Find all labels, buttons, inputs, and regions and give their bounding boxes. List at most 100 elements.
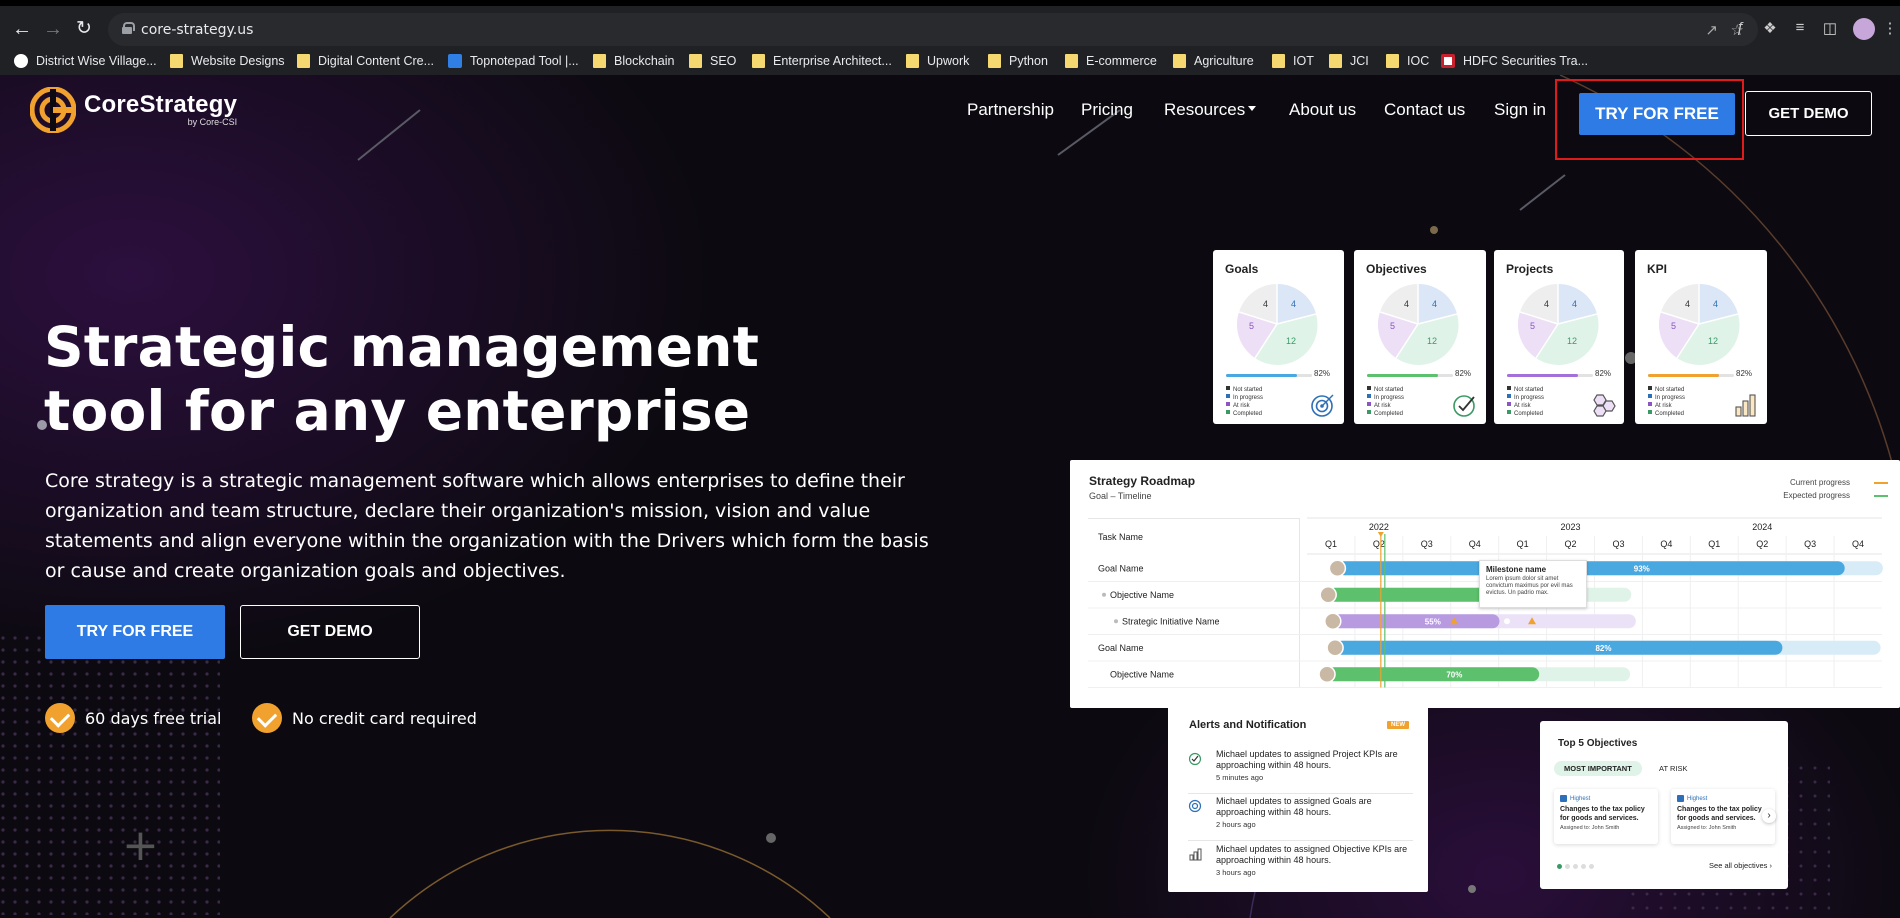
goals-card[interactable]: Goals 4 4 5 12 82% Not started In progress At… (1213, 250, 1344, 424)
svg-text:4: 4 (1685, 299, 1690, 309)
card-title: Objectives (1366, 262, 1427, 276)
svg-text:12: 12 (1427, 336, 1437, 346)
bookmark-item[interactable]: IOT (1272, 52, 1314, 70)
forward-arrow-icon[interactable]: → (41, 17, 65, 41)
share-icon[interactable]: ↗ (1705, 21, 1718, 39)
alert-item[interactable]: Michael updates to assigned Project KPIs… (1188, 749, 1413, 782)
avatar (1324, 612, 1342, 630)
svg-text:4: 4 (1713, 299, 1718, 309)
bookmark-item[interactable]: Upwork (906, 52, 969, 70)
get-demo-button[interactable]: GET DEMO (240, 605, 420, 659)
carousel-dot-active[interactable] (1557, 864, 1562, 869)
function-extension-icon[interactable]: ƒ (1729, 19, 1751, 41)
bookmark-item[interactable]: Topnotepad Tool |... (448, 52, 579, 70)
svg-text:4: 4 (1291, 299, 1296, 309)
folder-icon (906, 54, 919, 68)
card-title: Goals (1225, 262, 1259, 276)
nav-signin[interactable]: Sign in (1494, 100, 1546, 120)
puzzle-extensions-icon[interactable]: ❖ (1759, 19, 1781, 41)
bookmark-item[interactable]: Agriculture (1173, 52, 1254, 70)
bookmark-item[interactable]: Digital Content Cre... (297, 52, 434, 70)
reload-icon[interactable]: ↻ (72, 17, 96, 41)
folder-icon (689, 54, 702, 68)
avatar (1319, 586, 1337, 604)
quarter-label: Q2 (1373, 539, 1385, 549)
bookmark-item[interactable]: E-commerce (1065, 52, 1157, 70)
chevron-right-icon[interactable]: › (1762, 809, 1776, 823)
bookmark-item[interactable]: JCI (1329, 52, 1369, 70)
tab-at-risk[interactable]: AT RISK (1659, 764, 1687, 773)
carousel-dot[interactable] (1565, 864, 1570, 869)
bookmark-item[interactable]: HDFC Securities Tra... (1441, 52, 1588, 70)
nav-pricing[interactable]: Pricing (1081, 100, 1133, 120)
get-demo-header-button[interactable]: GET DEMO (1745, 91, 1872, 136)
row-bullet (1102, 592, 1106, 597)
caret-down-icon (1248, 106, 1257, 111)
alert-time: 2 hours ago (1216, 820, 1256, 829)
priority-icon (1560, 795, 1567, 802)
checkmark-icon (45, 703, 75, 733)
nav-resources-label: Resources (1164, 100, 1246, 119)
folder-icon (170, 54, 183, 68)
tab-most-important[interactable]: MOST IMPORTANT (1554, 761, 1642, 776)
objective-card[interactable]: Highest Changes to the tax policy for go… (1671, 789, 1775, 844)
omnibox[interactable]: core-strategy.us ↗ ☆ (108, 13, 1758, 46)
objective-card[interactable]: Highest Changes to the tax policy for go… (1554, 789, 1658, 844)
status-pie-chart: 4 4 5 12 (1377, 283, 1459, 365)
target-icon (1188, 799, 1202, 813)
top5-title: Top 5 Objectives (1558, 738, 1638, 749)
progress-label: 93% (1634, 564, 1650, 573)
alert-time: 5 minutes ago (1216, 773, 1264, 782)
hero-title-line2: tool for any enterprise (44, 379, 751, 443)
bookmark-item[interactable]: Python (988, 52, 1048, 70)
year-label: 2022 (1369, 522, 1389, 532)
nav-contact[interactable]: Contact us (1384, 100, 1465, 120)
progress-label: 55% (1425, 617, 1441, 626)
bookmark-item[interactable]: Blockchain (593, 52, 674, 70)
check-circle-icon (1453, 395, 1475, 417)
see-all-label: See all objectives (1709, 861, 1768, 870)
alert-time: 3 hours ago (1216, 868, 1256, 877)
nav-partnership[interactable]: Partnership (967, 100, 1054, 120)
quarter-label: Q3 (1421, 539, 1433, 549)
quarter-label: Q4 (1660, 539, 1672, 549)
projects-card[interactable]: Projects 4 4 5 12 82% Not started In progres… (1494, 250, 1624, 424)
bookmark-item[interactable]: District Wise Village... (14, 52, 157, 70)
kpi-card[interactable]: KPI 4 4 5 12 82% Not started In progress At r… (1635, 250, 1767, 424)
objectives-card[interactable]: Objectives 4 4 5 12 82% Not started In progr… (1354, 250, 1486, 424)
status-pie-chart: 4 4 5 12 (1517, 283, 1599, 365)
address-bar-row: ← → ↻ core-strategy.us ↗ ☆ ƒ ❖ ≡ ◫ ⋮ (0, 0, 1900, 48)
hdfc-icon (1441, 54, 1455, 68)
reading-list-icon[interactable]: ≡ (1789, 19, 1811, 41)
bookmark-item[interactable]: SEO (689, 52, 736, 70)
current-progress-bar (1332, 614, 1500, 629)
carousel-dot[interactable] (1581, 864, 1586, 869)
try-for-free-button[interactable]: TRY FOR FREE (45, 605, 225, 659)
target-icon (1311, 394, 1334, 417)
carousel-dot[interactable] (1573, 864, 1578, 869)
quarter-label: Q1 (1325, 539, 1337, 549)
brand-logo[interactable]: CoreStrategy by Core-CSI (30, 87, 237, 133)
carousel-dot[interactable] (1589, 864, 1594, 869)
progress-bar (1226, 374, 1312, 377)
bar-chart-icon (1189, 848, 1202, 861)
quarter-label: Q1 (1708, 539, 1720, 549)
status-pie-chart: 4 4 5 12 (1236, 283, 1318, 365)
bookmark-item[interactable]: IOC (1386, 52, 1429, 70)
back-arrow-icon[interactable]: ← (10, 17, 34, 41)
alert-item[interactable]: Michael updates to assigned Goals are ap… (1188, 796, 1413, 829)
bookmark-item[interactable]: Enterprise Architect... (752, 52, 892, 70)
nav-about[interactable]: About us (1289, 100, 1356, 120)
menu-dots-icon[interactable]: ⋮ (1879, 19, 1900, 41)
side-panel-icon[interactable]: ◫ (1819, 19, 1841, 41)
status-legend: Not started In progress At risk Completed (1648, 386, 1685, 418)
objective-assignee: Assigned to: John Smith (1560, 825, 1620, 831)
profile-avatar[interactable] (1853, 18, 1875, 40)
bookmark-item[interactable]: Website Designs (170, 52, 285, 70)
see-all-objectives-link[interactable]: See all objectives › (1709, 861, 1772, 870)
nav-resources[interactable]: Resources (1164, 100, 1257, 120)
checkmark-icon (252, 703, 282, 733)
divider (1188, 840, 1413, 841)
notepad-icon (448, 54, 462, 68)
alert-item[interactable]: Michael updates to assigned Objective KP… (1188, 844, 1413, 877)
